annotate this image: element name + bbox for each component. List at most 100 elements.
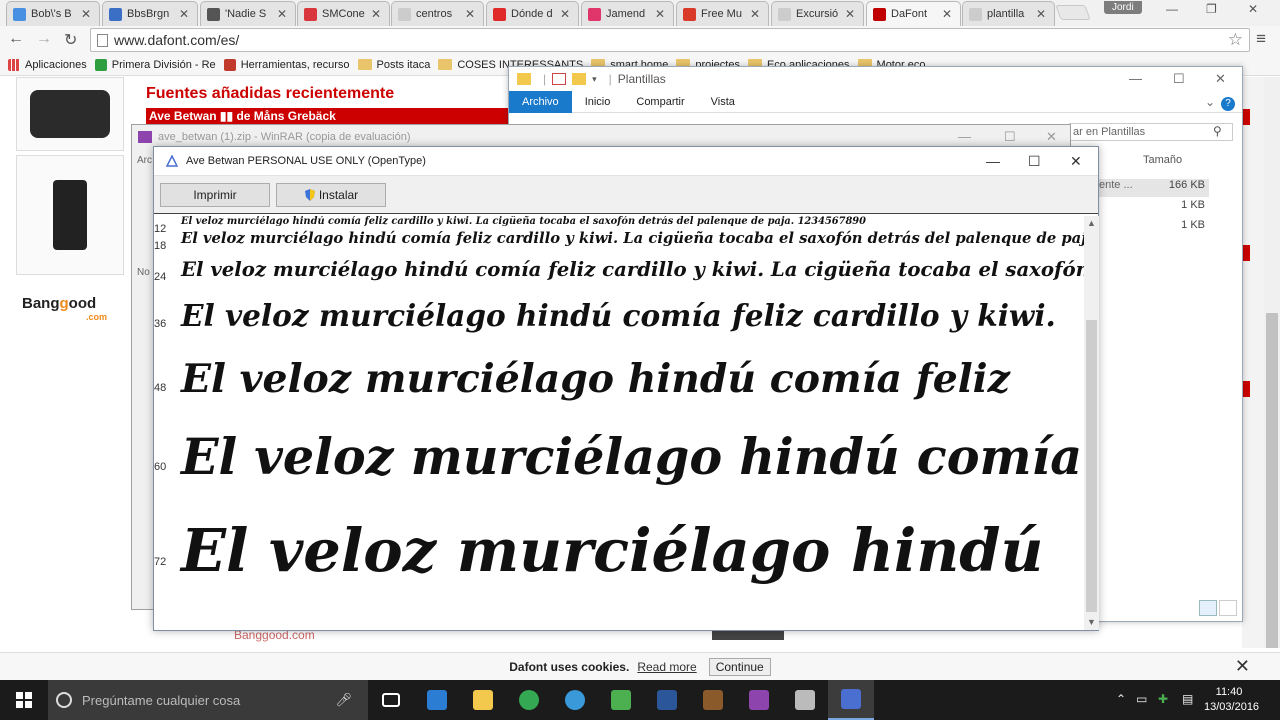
ribbon-tab[interactable]: Archivo: [509, 90, 572, 113]
file-row[interactable]: 1 KB: [1099, 199, 1209, 217]
install-button[interactable]: Instalar: [276, 182, 386, 207]
details-view-icon[interactable]: [1199, 600, 1217, 616]
large-icons-view-icon[interactable]: [1219, 600, 1237, 616]
taskbar-app-file-explorer[interactable]: [460, 680, 506, 720]
new-tab-button[interactable]: [1055, 5, 1091, 20]
taskbar-app-edge[interactable]: [414, 680, 460, 720]
tab-label: centros: [416, 8, 453, 20]
tab-close-icon[interactable]: ✕: [465, 7, 475, 21]
browser-tab[interactable]: plantilla ✕: [962, 1, 1055, 26]
bookmark-item[interactable]: Herramientas, recurso: [223, 58, 350, 71]
taskbar-app-app-fan[interactable]: [782, 680, 828, 720]
reload-icon[interactable]: ↻: [64, 30, 77, 50]
font-viewer-window: Ave Betwan PERSONAL USE ONLY (OpenType) …: [153, 146, 1099, 631]
viewer-scrollbar-thumb[interactable]: [1086, 320, 1097, 612]
maximize-icon[interactable]: ❐: [1206, 2, 1217, 16]
bookmark-star-icon[interactable]: ☆: [1228, 30, 1243, 50]
taskbar-app-app-brown[interactable]: [690, 680, 736, 720]
address-bar[interactable]: www.dafont.com/es/ ☆: [90, 28, 1250, 52]
close-icon[interactable]: ✕: [1248, 2, 1258, 16]
viewer-minimize-icon[interactable]: —: [986, 153, 1000, 169]
page-scrollbar[interactable]: [1264, 77, 1280, 648]
search-icon[interactable]: ⚲: [1213, 124, 1222, 138]
bookmark-item[interactable]: Posts itaca: [357, 59, 430, 71]
taskbar-app-chrome[interactable]: [506, 680, 552, 720]
help-icon[interactable]: ?: [1221, 97, 1235, 111]
tab-close-icon[interactable]: ✕: [750, 7, 760, 21]
browser-tab[interactable]: BbsBrgn ✕: [102, 1, 198, 26]
column-header-size[interactable]: Tamaño: [1143, 154, 1182, 166]
system-clock[interactable]: 11:40 13/03/2016: [1204, 685, 1259, 715]
new-folder-icon[interactable]: [572, 73, 587, 85]
battery-icon[interactable]: ▭: [1136, 692, 1147, 706]
tab-close-icon[interactable]: ✕: [371, 7, 381, 21]
ribbon-expand-icon[interactable]: ⌄: [1205, 95, 1215, 109]
browser-tab[interactable]: Excursió ✕: [771, 1, 864, 26]
chrome-menu-icon[interactable]: ≡: [1256, 29, 1266, 49]
browser-tab[interactable]: Jamend ✕: [581, 1, 674, 26]
explorer-maximize-icon[interactable]: ☐: [1173, 71, 1185, 87]
viewer-maximize-icon[interactable]: ☐: [1028, 153, 1041, 170]
cortana-search[interactable]: Pregúntame cualquier cosa 🎤︎: [48, 680, 368, 720]
browser-tab[interactable]: DaFont ✕: [866, 1, 961, 26]
tab-close-icon[interactable]: ✕: [942, 7, 952, 21]
taskbar-app-winrar[interactable]: [736, 680, 782, 720]
taskbar-app-word[interactable]: [644, 680, 690, 720]
profile-button[interactable]: Jordi: [1104, 1, 1142, 14]
scroll-up-icon[interactable]: ▲: [1087, 218, 1096, 228]
tab-close-icon[interactable]: ✕: [81, 7, 91, 21]
ribbon-tab[interactable]: Vista: [698, 91, 748, 113]
back-icon[interactable]: ←: [8, 30, 24, 48]
browser-tab[interactable]: Bob\'s B ✕: [6, 1, 100, 26]
banggood-logo[interactable]: Banggood: [22, 295, 96, 312]
cookie-close-icon[interactable]: ✕: [1235, 656, 1250, 677]
ribbon-tab[interactable]: Compartir: [623, 91, 697, 113]
tray-expand-icon[interactable]: ⌃: [1116, 692, 1126, 706]
quick-access-dropdown-icon[interactable]: ▾: [592, 74, 597, 85]
page-icon: [97, 33, 108, 47]
viewer-close-icon[interactable]: ✕: [1070, 153, 1082, 170]
taskbar-app-font-viewer[interactable]: [828, 680, 874, 720]
winrar-minimize-icon[interactable]: —: [958, 129, 971, 144]
start-button[interactable]: [0, 680, 48, 720]
browser-tab[interactable]: Dónde d ✕: [486, 1, 579, 26]
scroll-down-icon[interactable]: ▼: [1087, 617, 1096, 627]
file-row[interactable]: 1 KB: [1099, 219, 1209, 237]
taskbar-app-browser[interactable]: [552, 680, 598, 720]
cookie-continue-button[interactable]: Continue: [708, 657, 771, 676]
winrar-maximize-icon[interactable]: ☐: [1004, 129, 1016, 145]
microphone-icon[interactable]: 🎤︎: [335, 692, 352, 708]
explorer-search-input[interactable]: ar en Plantillas: [1069, 123, 1233, 141]
tab-close-icon[interactable]: ✕: [560, 7, 570, 21]
bookmark-item[interactable]: Aplicaciones: [8, 58, 87, 71]
explorer-close-icon[interactable]: ✕: [1215, 71, 1226, 87]
print-button[interactable]: Imprimir: [160, 182, 270, 207]
tab-close-icon[interactable]: ✕: [845, 7, 855, 21]
tab-close-icon[interactable]: ✕: [1036, 7, 1046, 21]
browser-tab[interactable]: centros ✕: [391, 1, 484, 26]
tab-close-icon[interactable]: ✕: [277, 7, 287, 21]
minimize-icon[interactable]: —: [1166, 2, 1178, 16]
page-scrollbar-thumb[interactable]: [1266, 313, 1278, 648]
notification-icon[interactable]: ▤: [1182, 692, 1193, 706]
tab-close-icon[interactable]: ✕: [179, 7, 189, 21]
bookmark-item[interactable]: Primera División - Re: [94, 58, 216, 71]
tray-app-icon[interactable]: ✚: [1158, 692, 1168, 706]
file-row[interactable]: ente ... 166 KB: [1099, 179, 1209, 197]
product-thumbnail-drone[interactable]: [16, 77, 124, 151]
taskbar-app-task-view[interactable]: [368, 680, 414, 720]
browser-tab[interactable]: SMCone ✕: [297, 1, 390, 26]
tab-close-icon[interactable]: ✕: [655, 7, 665, 21]
product-thumbnail-motor[interactable]: [16, 155, 124, 275]
forward-icon[interactable]: →: [36, 30, 52, 48]
font-name-bar[interactable]: Ave Betwan ▮▮ de Måns Grebäck: [146, 108, 526, 125]
viewer-scrollbar[interactable]: ▲ ▼: [1084, 216, 1099, 630]
winrar-close-icon[interactable]: ✕: [1046, 129, 1057, 145]
taskbar-app-utorrent[interactable]: [598, 680, 644, 720]
browser-tab[interactable]: 'Nadie S ✕: [200, 1, 296, 26]
cookie-read-more-link[interactable]: Read more: [637, 660, 696, 674]
explorer-minimize-icon[interactable]: —: [1129, 71, 1142, 86]
ribbon-tab[interactable]: Inicio: [572, 91, 624, 113]
properties-icon[interactable]: [552, 73, 567, 85]
browser-tab[interactable]: Free Mu ✕: [676, 1, 769, 26]
